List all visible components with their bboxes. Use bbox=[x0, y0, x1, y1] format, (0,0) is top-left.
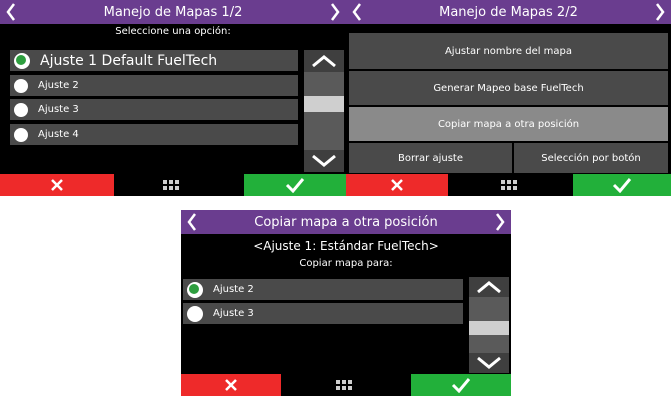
list-item-label: Ajuste 4 bbox=[38, 129, 79, 140]
close-icon bbox=[51, 179, 63, 191]
bottom-bar bbox=[181, 374, 511, 396]
check-icon bbox=[612, 178, 632, 193]
list-item-label: Ajuste 3 bbox=[213, 308, 254, 319]
radio-selected-icon bbox=[14, 52, 30, 69]
cancel-button[interactable] bbox=[0, 174, 114, 196]
list-item-label: Ajuste 2 bbox=[38, 80, 79, 91]
list-item[interactable]: Ajuste 3 bbox=[183, 303, 463, 324]
scroll-down-button[interactable] bbox=[469, 353, 509, 373]
generate-base-map-button[interactable]: Generar Mapeo base FuelTech bbox=[349, 71, 668, 105]
chevron-right-icon bbox=[656, 3, 665, 21]
confirm-button[interactable] bbox=[244, 174, 346, 196]
prev-page-button[interactable] bbox=[346, 0, 368, 24]
confirm-button[interactable] bbox=[411, 374, 511, 396]
page-title: Manejo de Mapas 1/2 bbox=[103, 4, 243, 20]
scroll-thumb[interactable] bbox=[304, 96, 344, 112]
prev-page-button[interactable] bbox=[181, 210, 203, 234]
list-item[interactable]: Ajuste 1 Default FuelTech bbox=[10, 50, 298, 71]
check-icon bbox=[451, 378, 471, 393]
title-bar: Manejo de Mapas 2/2 bbox=[346, 0, 671, 24]
bottom-bar bbox=[346, 174, 671, 196]
radio-icon bbox=[187, 305, 203, 322]
list-item[interactable]: Ajuste 4 bbox=[10, 124, 298, 145]
next-page-button[interactable] bbox=[649, 0, 671, 24]
cancel-button[interactable] bbox=[346, 174, 448, 196]
scroll-up-button[interactable] bbox=[469, 277, 509, 297]
prev-page-button[interactable] bbox=[0, 0, 22, 24]
cancel-button[interactable] bbox=[181, 374, 281, 396]
chevron-up-icon bbox=[477, 281, 501, 294]
chevron-right-icon bbox=[331, 3, 340, 21]
scrollbar[interactable] bbox=[304, 50, 344, 172]
close-icon bbox=[391, 179, 403, 191]
next-page-button[interactable] bbox=[324, 0, 346, 24]
chevron-right-icon bbox=[496, 213, 505, 231]
confirm-button[interactable] bbox=[573, 174, 671, 196]
list-item[interactable]: Ajuste 3 bbox=[10, 99, 298, 120]
screen-map-management-2: Manejo de Mapas 2/2 Ajustar nombre del m… bbox=[346, 0, 671, 196]
scroll-up-button[interactable] bbox=[304, 50, 344, 72]
chevron-left-icon bbox=[6, 3, 15, 21]
delete-setting-button[interactable]: Borrar ajuste bbox=[349, 143, 512, 173]
check-icon bbox=[285, 178, 305, 193]
chevron-down-icon bbox=[477, 356, 501, 369]
chevron-left-icon bbox=[352, 3, 361, 21]
radio-selected-icon bbox=[187, 281, 203, 298]
chevron-left-icon bbox=[187, 213, 196, 231]
rename-map-button[interactable]: Ajustar nombre del mapa bbox=[349, 33, 668, 69]
copy-map-button[interactable]: Copiar mapa a otra posición bbox=[349, 107, 668, 141]
scroll-thumb[interactable] bbox=[469, 321, 509, 335]
chevron-up-icon bbox=[312, 55, 336, 68]
radio-icon bbox=[14, 78, 28, 93]
list-item[interactable]: Ajuste 2 bbox=[10, 75, 298, 96]
title-bar: Copiar mapa a otra posición bbox=[181, 210, 511, 234]
scrollbar[interactable] bbox=[469, 277, 509, 373]
page-title: Manejo de Mapas 2/2 bbox=[439, 4, 578, 20]
next-page-button[interactable] bbox=[489, 210, 511, 234]
list-item-label: Ajuste 3 bbox=[38, 104, 79, 115]
list-prompt: Seleccione una opción: bbox=[115, 26, 231, 37]
list-item-label: Ajuste 2 bbox=[213, 284, 254, 295]
select-by-button-button[interactable]: Selección por botón bbox=[514, 143, 668, 173]
grid-icon[interactable] bbox=[336, 380, 352, 390]
grid-icon[interactable] bbox=[163, 180, 179, 190]
close-icon bbox=[225, 379, 237, 391]
source-map-label: <Ajuste 1: Estándar FuelTech> bbox=[253, 239, 439, 253]
page-title: Copiar mapa a otra posición bbox=[254, 214, 438, 230]
radio-icon bbox=[14, 102, 28, 117]
list-item-label: Ajuste 1 Default FuelTech bbox=[40, 52, 218, 69]
screen-map-management-1: Manejo de Mapas 1/2 Seleccione una opció… bbox=[0, 0, 346, 196]
chevron-down-icon bbox=[312, 154, 336, 167]
list-item[interactable]: Ajuste 2 bbox=[183, 279, 463, 300]
copy-to-prompt: Copiar mapa para: bbox=[299, 258, 393, 269]
title-bar: Manejo de Mapas 1/2 bbox=[0, 0, 346, 24]
screen-copy-map: Copiar mapa a otra posición <Ajuste 1: E… bbox=[181, 210, 511, 396]
bottom-bar bbox=[0, 174, 346, 196]
radio-icon bbox=[14, 127, 28, 142]
grid-icon[interactable] bbox=[501, 180, 517, 190]
scroll-down-button[interactable] bbox=[304, 150, 344, 172]
